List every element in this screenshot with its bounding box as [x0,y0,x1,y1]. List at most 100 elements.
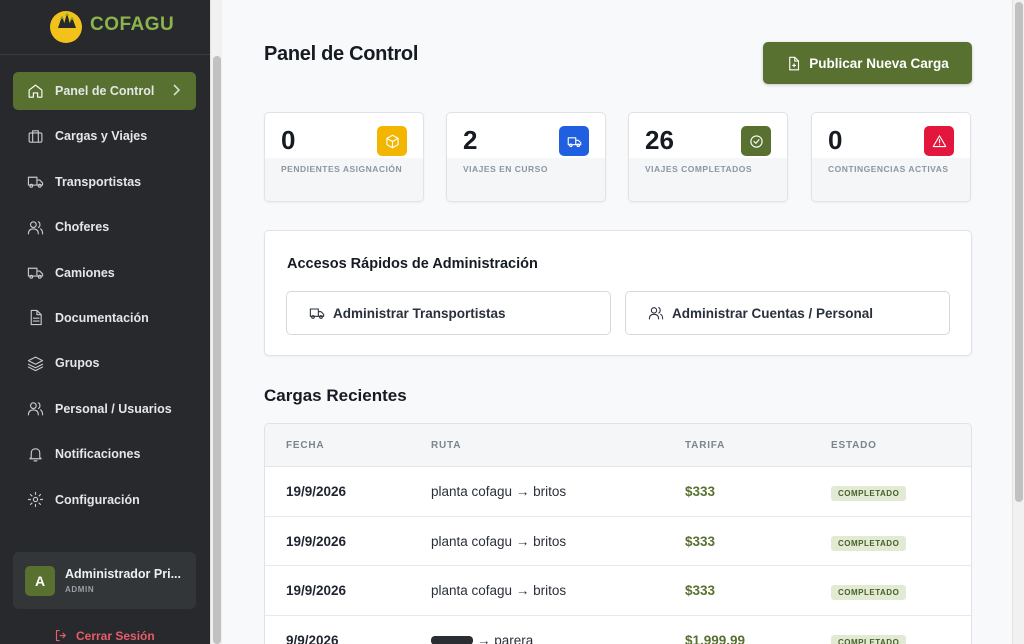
user-name: Administrador Pri... [65,567,181,581]
page-scrollbar-thumb[interactable] [1015,2,1023,502]
truck-icon [26,264,44,282]
sidebar-item-panel-de-control[interactable]: Panel de Control [13,72,196,110]
publish-new-load-label: Publicar Nueva Carga [809,55,949,71]
user-card[interactable]: A Administrador Pri... ADMIN [13,552,196,609]
stat-card-viajes-completados: 26 VIAJES COMPLETADOS [628,112,788,202]
stat-card-viajes-en-curso: 2 VIAJES EN CURSO [446,112,606,202]
row-date: 19/9/2026 [286,533,347,549]
check-circle-icon [741,126,771,156]
truck-icon [559,126,589,156]
logout-label: Cerrar Sesión [76,628,155,643]
recent-loads-table: FECHA RUTA TARIFA ESTADO 19/9/2026 plant… [264,423,972,644]
sidebar-scrollbar-thumb[interactable] [213,56,221,644]
sidebar-item-configuracion[interactable]: Configuración [13,481,196,519]
publish-new-load-button[interactable]: Publicar Nueva Carga [763,42,972,84]
row-date: 19/9/2026 [286,484,347,499]
file-plus-icon [789,56,800,70]
page-scrollbar[interactable] [1012,0,1024,644]
row-date: 9/9/2026 [286,632,339,644]
user-role: ADMIN [65,585,95,594]
row-date: 19/9/2026 [286,583,347,598]
redacted-text [431,636,473,644]
sidebar-scrollbar[interactable] [210,0,222,644]
stat-value: 0 [281,125,296,155]
brand-header: COFAGU [0,0,210,55]
sidebar-item-grupos[interactable]: Grupos [13,344,196,382]
brand-name: COFAGU [90,14,175,35]
column-header-tarifa[interactable]: TARIFA [685,440,725,451]
table-header: FECHA RUTA TARIFA ESTADO [265,424,971,467]
sidebar-item-documentacion[interactable]: Documentación [13,299,196,337]
users-icon [648,307,664,320]
row-fare: $333 [685,484,716,499]
sidebar-item-cargas-y-viajes[interactable]: Cargas y Viajes [13,117,196,155]
sidebar-item-label: Panel de Control [55,84,155,98]
home-icon [26,82,44,100]
manage-accounts-label: Administrar Cuentas / Personal [672,305,874,321]
truck-icon [26,173,44,191]
document-icon [26,309,44,327]
page-title: Panel de Control [264,43,419,65]
main-content: Panel de Control Publicar Nueva Carga 0 … [222,0,1012,644]
status-badge: COMPLETADO [831,486,907,501]
stat-label: PENDIENTES ASIGNACIÓN [281,164,403,174]
sidebar-item-choferes[interactable]: Choferes [13,208,196,246]
layers-icon [26,354,44,372]
row-fare: $333 [685,583,716,598]
sidebar-item-label: Camiones [55,265,115,280]
users-icon [26,400,44,418]
logout-button[interactable]: Cerrar Sesión [54,628,155,643]
row-route: planta cofagu → britos [431,533,567,549]
sidebar-item-label: Personal / Usuarios [55,401,172,416]
sidebar-item-label: Choferes [55,220,110,235]
row-fare: $333 [685,533,716,549]
quick-access-panel: Accesos Rápidos de Administración Admini… [264,230,972,356]
table-row[interactable]: 19/9/2026 planta cofagu → britos $333 CO… [265,566,971,616]
manage-carriers-button[interactable]: Administrar Transportistas [286,291,611,335]
manage-carriers-label: Administrar Transportistas [333,305,506,321]
stat-card-contingencias: 0 CONTINGENCIAS ACTIVAS [811,112,971,202]
sidebar: COFAGU Panel de Control Cargas y Viajes … [0,0,210,644]
stat-value: 0 [828,125,843,155]
status-badge: COMPLETADO [831,585,907,600]
cofagu-logo-icon [50,11,82,43]
row-route: planta cofagu → britos [431,484,567,499]
briefcase-icon [26,127,44,145]
column-header-estado[interactable]: ESTADO [831,440,877,451]
sidebar-item-personal-usuarios[interactable]: Personal / Usuarios [13,390,196,428]
sidebar-item-camiones[interactable]: Camiones [13,254,196,292]
column-header-fecha[interactable]: FECHA [286,440,324,451]
chevron-right-icon [171,83,181,97]
sidebar-item-label: Configuración [55,492,140,507]
alert-triangle-icon [924,126,954,156]
table-row[interactable]: 19/9/2026 planta cofagu → britos $333 CO… [265,467,971,517]
gear-icon [26,491,44,509]
sidebar-nav: Panel de Control Cargas y Viajes Transpo… [0,72,210,526]
stat-value: 2 [463,125,478,155]
stat-value: 26 [645,125,674,155]
sidebar-item-label: Transportistas [55,174,142,189]
row-route: → parera [431,633,533,644]
box-icon [377,126,407,156]
column-header-ruta[interactable]: RUTA [431,440,461,451]
sidebar-item-notificaciones[interactable]: Notificaciones [13,435,196,473]
avatar: A [25,566,55,596]
stat-label: VIAJES COMPLETADOS [645,164,753,174]
sidebar-item-label: Grupos [55,356,100,371]
row-route: planta cofagu → britos [431,583,567,598]
users-icon [26,218,44,236]
stat-label: VIAJES EN CURSO [463,164,548,174]
stat-card-pendientes: 0 PENDIENTES ASIGNACIÓN [264,112,424,202]
row-route-text: → parera [477,632,534,644]
table-row[interactable]: 19/9/2026 planta cofagu → britos $333 CO… [265,517,971,566]
logout-icon [55,629,67,642]
table-row[interactable]: 9/9/2026 → parera $1,999.99 COMPLETADO [265,616,971,644]
bell-icon [26,445,44,463]
status-badge: COMPLETADO [831,634,907,644]
recent-loads-title: Cargas Recientes [264,386,407,405]
manage-accounts-button[interactable]: Administrar Cuentas / Personal [625,291,950,335]
quick-access-title: Accesos Rápidos de Administración [287,256,538,272]
sidebar-item-transportistas[interactable]: Transportistas [13,163,196,201]
status-badge: COMPLETADO [831,535,907,551]
row-fare: $1,999.99 [685,632,746,644]
